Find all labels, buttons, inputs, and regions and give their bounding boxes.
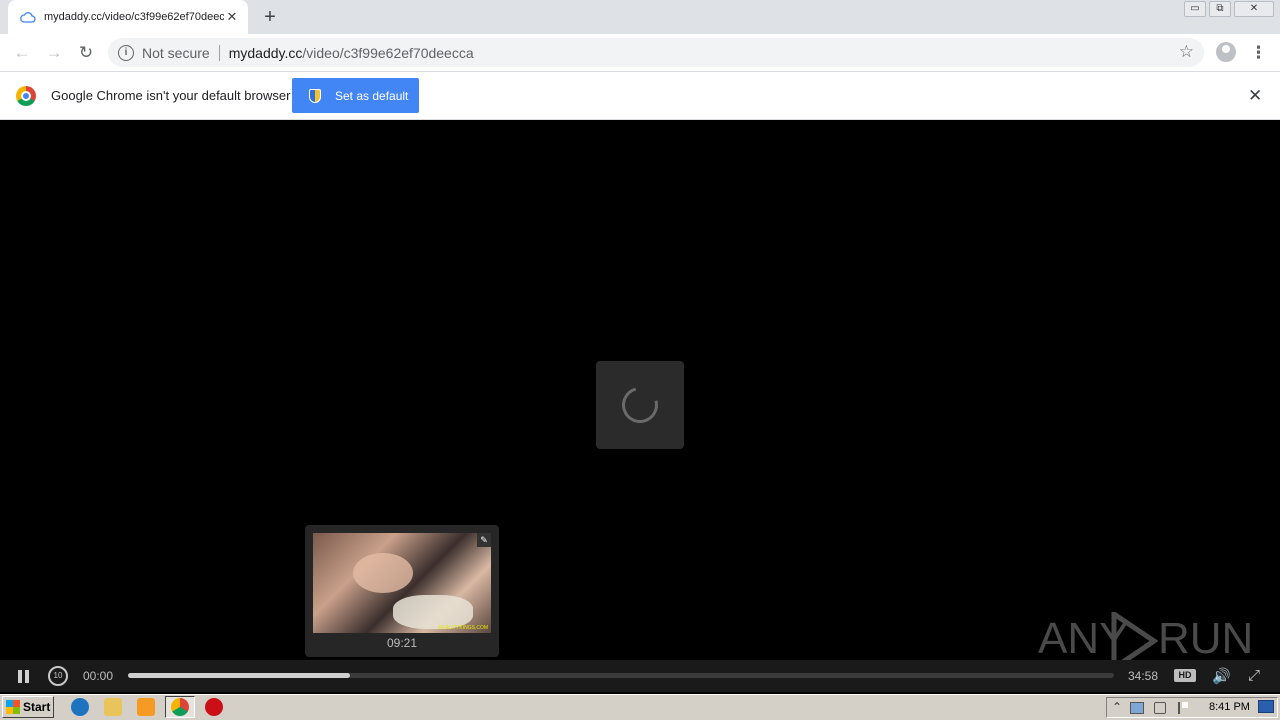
browser-tab[interactable]: mydaddy.cc/video/c3f99e62ef70deecca ✕ [8,0,248,34]
url-host: mydaddy.cc [228,44,303,61]
tray-expand-icon[interactable]: ⌃ [1112,700,1122,714]
chrome-menu-icon[interactable]: ⋮ [1250,41,1267,65]
new-tab-button[interactable]: + [258,6,282,30]
forward-button[interactable]: → [42,41,66,65]
duration: 34:58 [1128,669,1159,683]
network-icon[interactable] [1130,702,1144,714]
tab-close-icon[interactable]: ✕ [224,9,240,25]
current-time: 00:00 [83,669,114,683]
progress-buffered [128,673,350,678]
bookmark-star-icon[interactable]: ☆ [1179,42,1194,62]
thumbnail-time: 09:21 [386,636,418,650]
chrome-logo-icon [16,86,36,106]
security-label: Not secure [142,44,210,61]
default-browser-infobar: Google Chrome isn't your default browser… [0,72,1280,120]
rewind-10-button[interactable]: 10 [48,666,68,686]
profile-avatar-icon[interactable] [1216,42,1236,62]
reload-button[interactable]: ↻ [74,41,98,65]
file-explorer-icon[interactable] [104,698,122,716]
volume-icon[interactable]: 🔊 [1212,667,1231,685]
opera-icon[interactable] [205,698,223,716]
infobar-message: Google Chrome isn't your default browser [51,88,291,103]
action-center-flag-icon[interactable] [1178,702,1188,714]
url-path: /video/c3f99e62ef70deecca [302,44,474,61]
back-button[interactable]: ← [10,41,34,65]
info-icon[interactable]: i [118,44,134,61]
show-desktop-icon[interactable] [1258,700,1274,713]
window-close-button[interactable]: ✕ [1234,1,1274,17]
chrome-taskbar-icon [171,698,189,716]
taskbar-clock: 8:41 PM [1209,701,1250,713]
hd-quality-button[interactable]: HD [1174,669,1196,682]
start-button[interactable]: Start [2,696,54,718]
thumbnail-corner-icon: ✎ [477,533,491,547]
set-as-default-button[interactable]: Set as default [292,78,419,113]
tab-strip: mydaddy.cc/video/c3f99e62ef70deecca ✕ + … [0,0,1280,34]
restore-button[interactable]: ⧉ [1209,1,1231,17]
sound-icon[interactable] [1154,702,1166,714]
watermark-text-right: RUN [1158,614,1254,663]
infobar-close-icon[interactable]: ✕ [1248,86,1262,106]
address-bar[interactable]: i Not secure mydaddy.cc/video/c3f99e62ef… [108,38,1204,67]
fullscreen-icon[interactable]: ⤢ [1248,667,1260,684]
cloud-icon [20,12,36,23]
minimize-button[interactable]: ▭ [1184,1,1206,17]
windows-flag-icon [6,700,20,714]
thumbnail-watermark: REALITYKINGS.COM [438,625,488,631]
internet-explorer-icon[interactable] [71,698,89,716]
media-player-icon[interactable] [137,698,155,716]
browser-toolbar: ← → ↻ i Not secure mydaddy.cc/video/c3f9… [0,34,1280,72]
omnibox-divider [218,44,220,61]
set-as-default-label: Set as default [335,88,409,103]
shield-icon [309,88,321,103]
tab-title: mydaddy.cc/video/c3f99e62ef70deecca [44,11,224,23]
pause-button[interactable] [16,668,32,684]
preview-thumbnail-image: REALITYKINGS.COM [313,533,491,633]
start-label: Start [23,700,51,714]
